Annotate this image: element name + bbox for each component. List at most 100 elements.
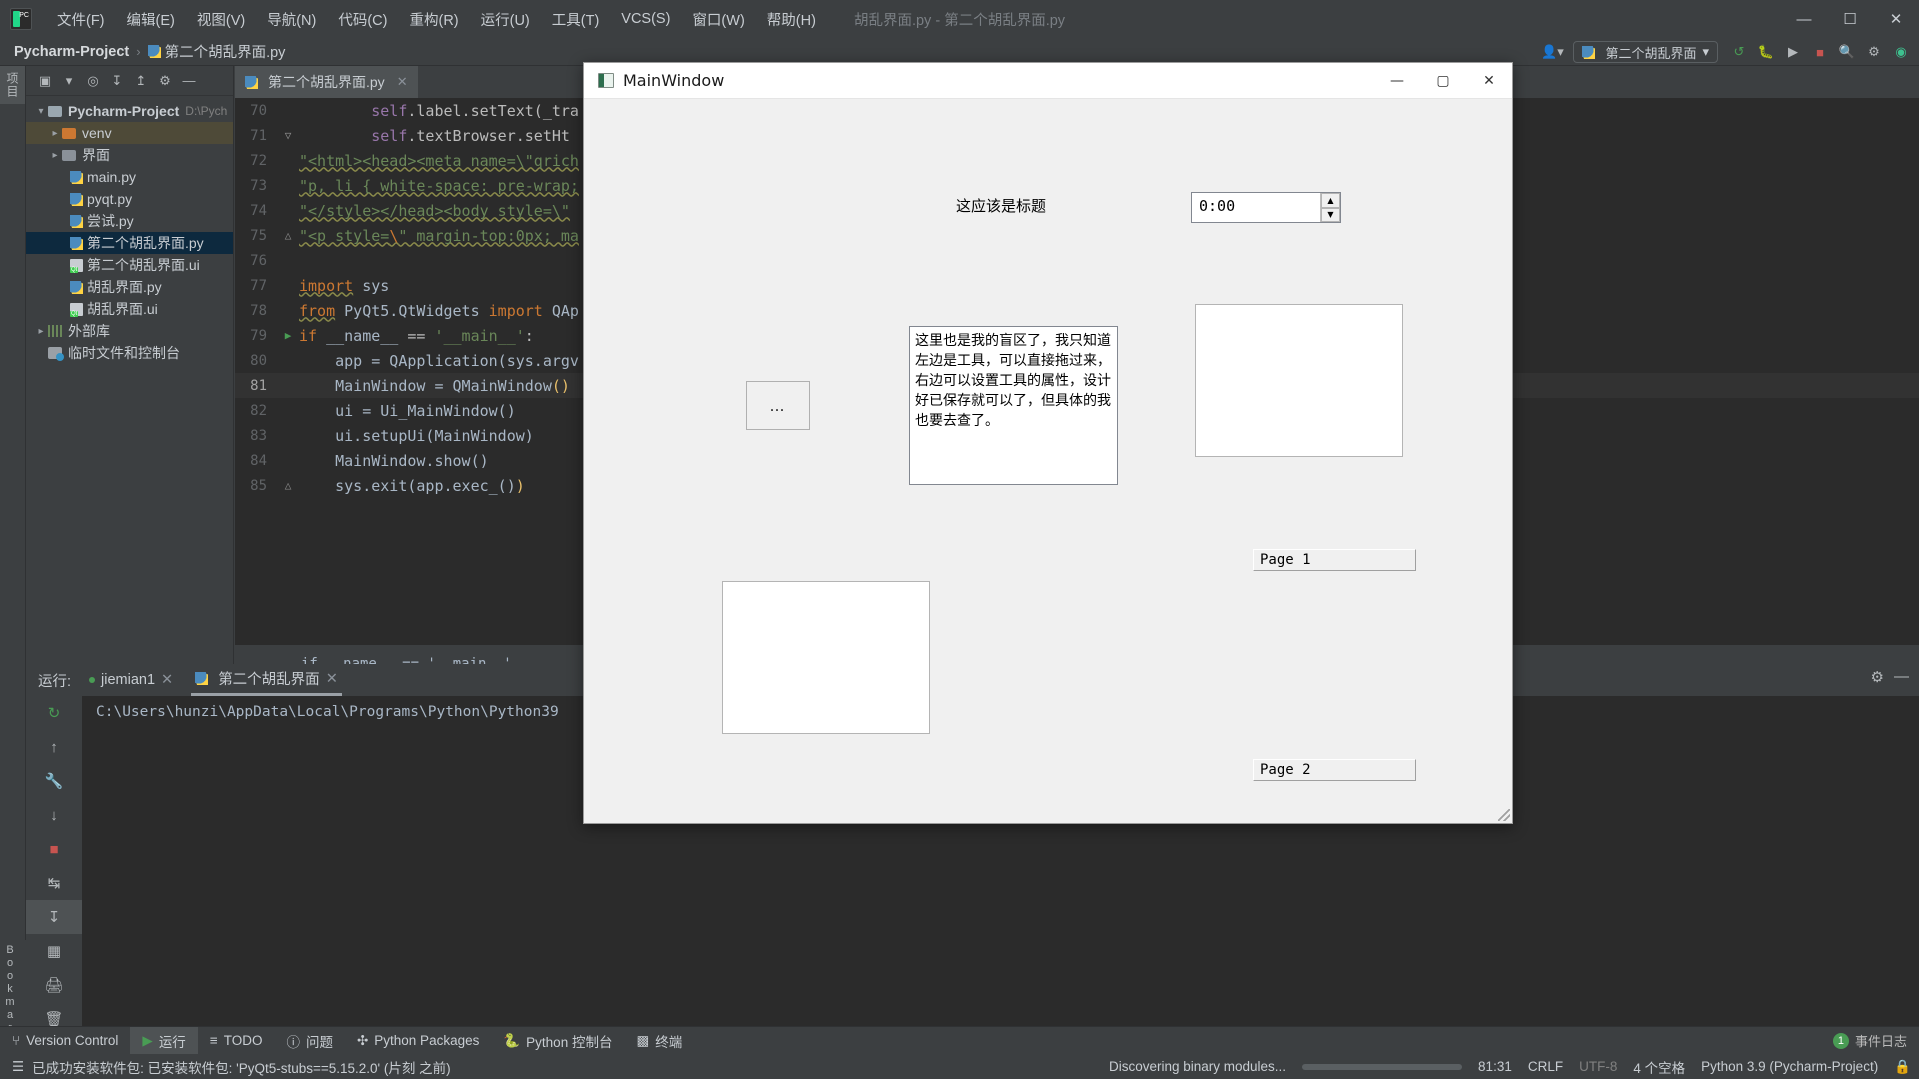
tree-item-second-ui[interactable]: 第二个胡乱界面.ui <box>26 254 233 276</box>
layout-icon[interactable]: ▦ <box>26 934 82 968</box>
qt-text-browser[interactable]: 这里也是我的盲区了，我只知道左边是工具，可以直接拖过来，右边可以设置工具的属性，… <box>909 326 1118 485</box>
run-tab-jiemian1[interactable]: jiemian1 ✕ <box>85 664 177 696</box>
python-interpreter[interactable]: Python 3.9 (Pycharm-Project) <box>1701 1059 1878 1074</box>
menu-window[interactable]: 窗口(W) <box>681 5 755 34</box>
menu-vcs[interactable]: VCS(S) <box>610 7 681 31</box>
close-icon[interactable]: ✕ <box>326 671 338 687</box>
qt-time-edit-value[interactable]: 0:00 <box>1192 193 1320 222</box>
tree-item-main-py[interactable]: main.py <box>26 166 233 188</box>
collapse-all-icon[interactable]: ↥ <box>130 70 152 92</box>
fold-marker[interactable]: ▽ <box>277 129 299 142</box>
chevron-right-icon[interactable]: ▸ <box>48 128 62 139</box>
tree-item-venv[interactable]: ▸ venv <box>26 122 233 144</box>
tree-external-libraries[interactable]: ▸ 外部库 <box>26 320 233 342</box>
tool-button-version-control[interactable]: ⑂ Version Control <box>0 1027 130 1055</box>
scroll-to-end-icon[interactable]: ↧ <box>26 900 82 934</box>
qt-main-window[interactable]: MainWindow — ▢ ✕ 这应该是标题 0:00 ▲ ▼ … 这里也是我… <box>583 62 1513 824</box>
stop-button[interactable]: ■ <box>1808 41 1832 63</box>
tool-button-problems[interactable]: ⓘ 问题 <box>274 1027 345 1055</box>
settings-gear-icon[interactable]: ⚙ <box>1862 41 1886 63</box>
menu-code[interactable]: 代码(C) <box>327 5 398 34</box>
close-icon[interactable]: ✕ <box>161 672 173 688</box>
ide-maximize-button[interactable]: ☐ <box>1827 0 1873 38</box>
menu-view[interactable]: 视图(V) <box>186 5 256 34</box>
print-icon[interactable]: 🖨 <box>26 968 82 1002</box>
spinner-up-icon[interactable]: ▲ <box>1321 193 1340 208</box>
tree-item-hulun-ui[interactable]: 胡乱界面.ui <box>26 298 233 320</box>
qt-toolbox-page2[interactable]: Page 2 <box>1253 759 1416 781</box>
project-settings-icon[interactable]: ⚙ <box>154 70 176 92</box>
tool-button-todo[interactable]: ≡ TODO <box>198 1027 275 1055</box>
soft-wrap-icon[interactable]: ↹ <box>26 866 82 900</box>
line-separator[interactable]: CRLF <box>1528 1059 1563 1074</box>
expand-all-icon[interactable]: ↧ <box>106 70 128 92</box>
close-icon[interactable]: ✕ <box>397 74 408 90</box>
chevron-right-icon[interactable]: ▸ <box>48 150 62 161</box>
menu-navigate[interactable]: 导航(N) <box>256 5 327 34</box>
notification-icon[interactable]: ☰ <box>12 1059 24 1075</box>
menu-file[interactable]: 文件(F) <box>46 5 116 34</box>
hide-panel-icon[interactable]: — <box>178 70 200 92</box>
run-tab-second[interactable]: 第二个胡乱界面 ✕ <box>191 664 342 696</box>
scroll-from-source-icon[interactable]: ◎ <box>82 70 104 92</box>
chevron-down-icon[interactable]: ▾ <box>34 106 48 117</box>
editor-tab-second-file[interactable]: 第二个胡乱界面.py ✕ <box>235 66 418 98</box>
qt-title-bar[interactable]: MainWindow — ▢ ✕ <box>584 63 1512 99</box>
run-with-coverage-button[interactable]: ▶ <box>1781 41 1805 63</box>
tree-item-selected-py[interactable]: 第二个胡乱界面.py <box>26 232 233 254</box>
scroll-up-icon[interactable]: ↑ <box>26 730 82 764</box>
qt-toolbox-page1[interactable]: Page 1 <box>1253 549 1416 571</box>
indent-setting[interactable]: 4 个空格 <box>1633 1057 1685 1077</box>
debug-button[interactable]: 🐛 <box>1754 41 1778 63</box>
qt-tool-button[interactable]: … <box>746 381 810 430</box>
fold-marker[interactable]: △ <box>277 479 299 492</box>
breadcrumb-file[interactable]: 第二个胡乱界面.py <box>165 41 286 62</box>
menu-refactor[interactable]: 重构(R) <box>398 5 469 34</box>
qt-graphics-frame-top[interactable] <box>1195 304 1403 457</box>
ide-updates-icon[interactable]: ◉ <box>1889 41 1913 63</box>
select-opened-file-icon[interactable]: ▣ <box>34 70 56 92</box>
chevron-right-icon[interactable]: ▸ <box>34 326 48 337</box>
tree-item-hulun-py[interactable]: 胡乱界面.py <box>26 276 233 298</box>
breadcrumb-project[interactable]: Pycharm-Project <box>14 44 129 60</box>
tree-root-pycharm-project[interactable]: ▾ Pycharm-Project D:\Pych <box>26 100 233 122</box>
spinner-down-icon[interactable]: ▼ <box>1321 207 1340 222</box>
tool-stripe-project[interactable]: 项目 <box>0 66 25 104</box>
lock-icon[interactable]: 🔒 <box>1894 1059 1911 1075</box>
qt-resize-grip[interactable] <box>1498 809 1510 821</box>
run-configuration-selector[interactable]: 第二个胡乱界面 ▾ <box>1573 41 1718 63</box>
tree-item-changshi-py[interactable]: 尝试.py <box>26 210 233 232</box>
ide-close-button[interactable]: ✕ <box>1873 0 1919 38</box>
menu-help[interactable]: 帮助(H) <box>756 5 827 34</box>
filter-icon[interactable]: ▾ <box>58 70 80 92</box>
qt-time-edit-spinner[interactable]: ▲ ▼ <box>1320 193 1340 222</box>
qt-time-edit[interactable]: 0:00 ▲ ▼ <box>1191 192 1341 223</box>
tool-button-python-console[interactable]: 🐍 Python 控制台 <box>491 1027 624 1055</box>
menu-tools[interactable]: 工具(T) <box>541 5 611 34</box>
tree-item-pyqt-py[interactable]: pyqt.py <box>26 188 233 210</box>
menu-edit[interactable]: 编辑(E) <box>116 5 186 34</box>
ide-minimize-button[interactable]: — <box>1781 0 1827 38</box>
hide-run-panel-icon[interactable]: — <box>1894 668 1909 686</box>
user-accounts-icon[interactable]: 👤▾ <box>1540 41 1564 63</box>
qt-close-button[interactable]: ✕ <box>1466 63 1512 99</box>
caret-position[interactable]: 81:31 <box>1478 1059 1512 1074</box>
tool-button-run[interactable]: ▶ 运行 <box>130 1026 198 1055</box>
stop-icon[interactable]: ■ <box>26 832 82 866</box>
run-line-marker[interactable]: ▶ <box>277 329 299 342</box>
search-icon[interactable]: 🔍 <box>1835 41 1859 63</box>
wrench-icon[interactable]: 🔧 <box>26 764 82 798</box>
qt-maximize-button[interactable]: ▢ <box>1420 63 1466 99</box>
menu-run[interactable]: 运行(U) <box>470 5 541 34</box>
run-button[interactable]: ↺ <box>1727 41 1751 63</box>
tree-scratches-consoles[interactable]: 临时文件和控制台 <box>26 342 233 364</box>
scroll-down-icon[interactable]: ↓ <box>26 798 82 832</box>
rerun-icon[interactable]: ↻ <box>26 696 82 730</box>
tree-item-jiemian[interactable]: ▸ 界面 <box>26 144 233 166</box>
qt-graphics-frame-bottom[interactable] <box>722 581 930 734</box>
fold-marker[interactable]: △ <box>277 229 299 242</box>
event-log-button[interactable]: 1 事件日志 <box>1832 1031 1907 1050</box>
tool-button-python-packages[interactable]: ✣ Python Packages <box>345 1027 491 1055</box>
run-settings-gear-icon[interactable]: ⚙ <box>1871 668 1884 686</box>
file-encoding[interactable]: UTF-8 <box>1579 1059 1617 1074</box>
